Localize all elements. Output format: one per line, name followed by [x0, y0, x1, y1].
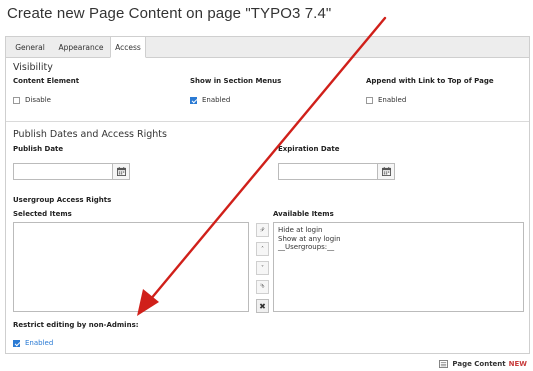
annotation-arrow: [137, 16, 387, 316]
